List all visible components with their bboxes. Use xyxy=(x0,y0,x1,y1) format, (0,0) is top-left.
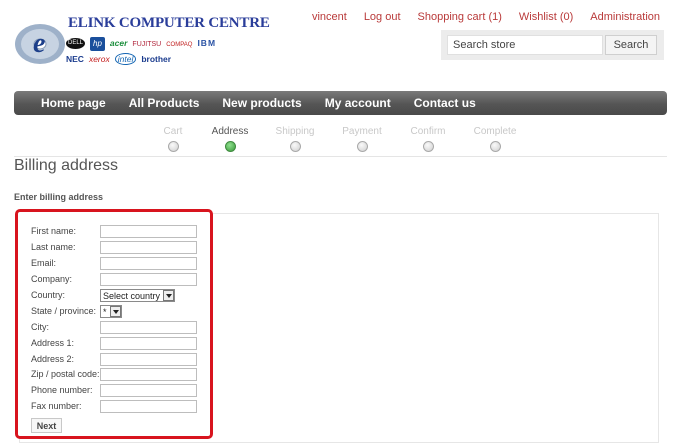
fax-label: Fax number: xyxy=(31,401,82,411)
disc-logo-icon: e xyxy=(15,24,65,64)
step-confirm: Confirm xyxy=(395,126,461,152)
xerox-logo: xerox xyxy=(88,54,110,64)
logout-link[interactable]: Log out xyxy=(364,11,401,23)
partner-logos: DELL hp acer FUJITSU COMPAQ IBM NEC xerox intel… xyxy=(66,36,226,66)
address1-field[interactable] xyxy=(100,337,197,350)
state-select[interactable]: * xyxy=(100,305,122,318)
step-label: Payment xyxy=(342,126,382,137)
brother-logo: brother xyxy=(141,54,172,64)
checkout-steps: Cart Address Shipping Payment Confirm Co… xyxy=(140,126,530,156)
first-name-label: First name: xyxy=(31,226,77,236)
email-field[interactable] xyxy=(100,257,197,270)
step-label: Address xyxy=(211,126,249,137)
next-button[interactable]: Next xyxy=(31,418,62,433)
intel-logo: intel xyxy=(114,53,137,65)
step-shipping: Shipping xyxy=(262,126,328,152)
step-label: Cart xyxy=(163,126,183,137)
shopping-cart-link[interactable]: Shopping cart (1) xyxy=(418,11,502,23)
step-dot-icon xyxy=(422,141,434,152)
dropdown-arrow-icon xyxy=(109,306,121,317)
step-dot-icon xyxy=(356,141,368,152)
nav-contact-us[interactable]: Contact us xyxy=(414,96,476,110)
step-dot-icon xyxy=(289,141,301,152)
company-label: Company: xyxy=(31,274,73,284)
zip-label: Zip / postal code: xyxy=(31,369,100,379)
step-label: Confirm xyxy=(410,126,446,137)
search-box: Search xyxy=(441,30,664,60)
nav-all-products[interactable]: All Products xyxy=(129,96,200,110)
step-complete: Complete xyxy=(462,126,528,152)
country-label: Country: xyxy=(31,290,66,300)
address2-field[interactable] xyxy=(100,353,197,366)
billing-address-form: First name: Last name: Email: Company: C… xyxy=(15,209,213,439)
step-label: Shipping xyxy=(275,126,315,137)
search-input[interactable] xyxy=(447,35,603,55)
zip-field[interactable] xyxy=(100,368,197,381)
address2-label: Address 2: xyxy=(31,354,75,364)
compaq-logo: COMPAQ xyxy=(166,42,193,48)
dropdown-arrow-icon xyxy=(163,290,175,301)
fujitsu-logo: FUJITSU xyxy=(132,41,162,48)
country-select-value: Select country xyxy=(103,290,161,301)
last-name-field[interactable] xyxy=(100,241,197,254)
acer-logo: acer xyxy=(109,38,128,48)
dell-logo: DELL xyxy=(66,38,86,50)
step-address: Address xyxy=(197,126,263,152)
search-button[interactable]: Search xyxy=(605,35,657,55)
step-dot-icon xyxy=(489,141,501,152)
nav-home[interactable]: Home page xyxy=(41,96,106,110)
phone-label: Phone number: xyxy=(31,385,93,395)
phone-field[interactable] xyxy=(100,384,197,397)
email-label: Email: xyxy=(31,258,57,268)
last-name-label: Last name: xyxy=(31,242,76,252)
brand-title: ELINK COMPUTER CENTRE xyxy=(68,15,270,31)
address1-label: Address 1: xyxy=(31,338,75,348)
step-dot-icon xyxy=(167,141,179,152)
step-label: Complete xyxy=(473,126,517,137)
fax-field[interactable] xyxy=(100,400,197,413)
city-field[interactable] xyxy=(100,321,197,334)
wishlist-link[interactable]: Wishlist (0) xyxy=(519,11,573,23)
administration-link[interactable]: Administration xyxy=(590,11,660,23)
header-links: vincent Log out Shopping cart (1) Wishli… xyxy=(312,11,660,23)
city-label: City: xyxy=(31,322,49,332)
nav-my-account[interactable]: My account xyxy=(325,96,391,110)
nav-new-products[interactable]: New products xyxy=(222,96,301,110)
state-label: State / province: xyxy=(31,306,97,316)
first-name-field[interactable] xyxy=(100,225,197,238)
ibm-logo: IBM xyxy=(197,38,217,48)
hp-logo: hp xyxy=(90,37,105,51)
company-field[interactable] xyxy=(100,273,197,286)
step-dot-icon xyxy=(224,141,236,152)
state-select-value: * xyxy=(103,306,107,317)
country-select[interactable]: Select country xyxy=(100,289,176,302)
step-payment: Payment xyxy=(329,126,395,152)
page-title: Billing address xyxy=(14,157,119,174)
store-logo[interactable]: e ELINK COMPUTER CENTRE DELL hp acer FUJITS… xyxy=(14,15,270,66)
svg-text:e: e xyxy=(33,28,45,59)
nec-logo: NEC xyxy=(66,54,84,64)
account-link[interactable]: vincent xyxy=(312,11,347,23)
main-nav: Home page All Products New products My a… xyxy=(14,91,667,115)
section-subtitle: Enter billing address xyxy=(14,192,104,202)
